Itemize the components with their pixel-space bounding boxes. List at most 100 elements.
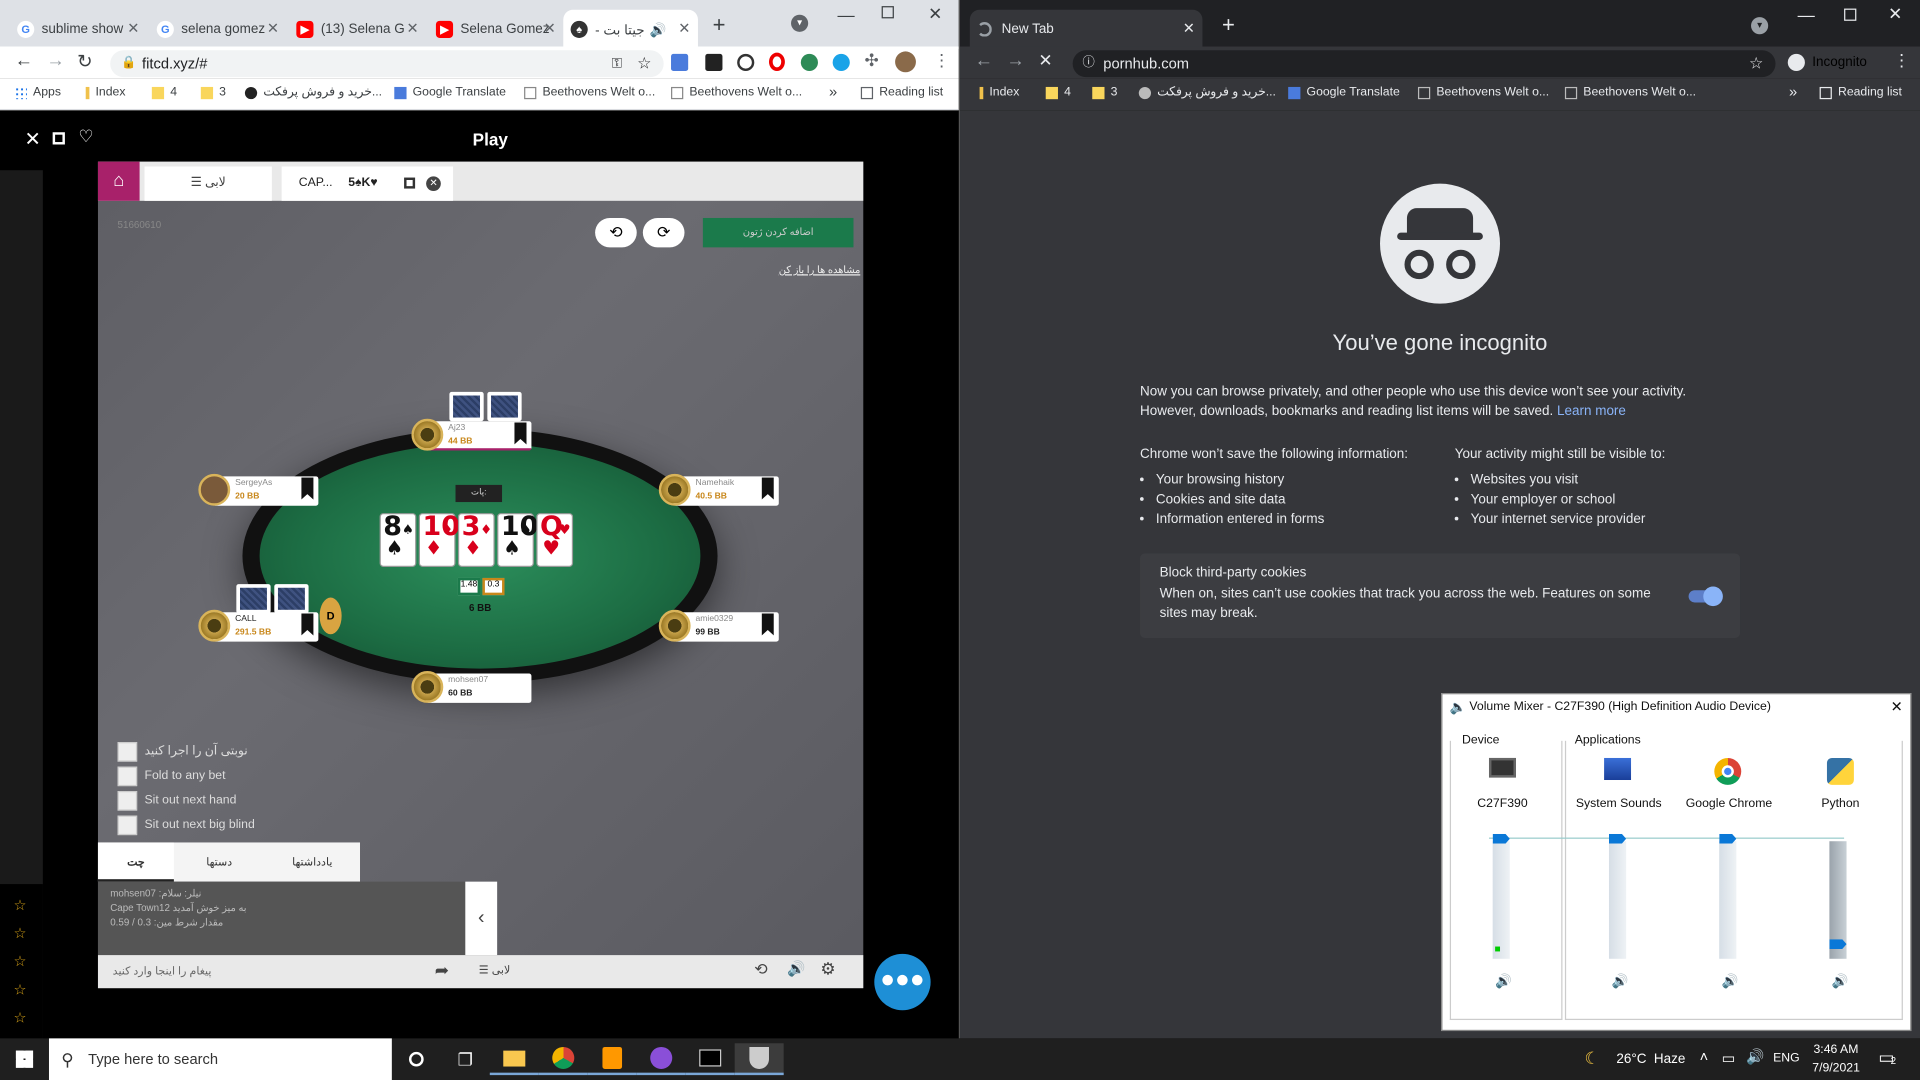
tab-lobby[interactable]: ☰ لابی — [144, 166, 272, 201]
extension-icon[interactable] — [705, 53, 723, 72]
stop-icon[interactable]: ✕ — [1038, 50, 1052, 71]
chat-bubble-button[interactable]: ●●● — [874, 953, 931, 1011]
tab-table[interactable]: CAP... 5♠K♥ ✕ — [281, 166, 454, 201]
key-icon[interactable]: ⚿ — [612, 50, 622, 77]
mute-icon[interactable]: 🔊 — [1832, 973, 1849, 990]
volume-slider[interactable] — [1719, 833, 1737, 959]
close-window-icon[interactable]: ✕ — [1888, 4, 1902, 25]
menu-icon[interactable]: ⋮ — [1893, 50, 1910, 71]
address-bar[interactable]: ⓘ pornhub.com ☆ — [1072, 50, 1776, 78]
tab-4[interactable]: ▶ Selena Gomez ✕ — [429, 10, 564, 49]
app-shield-icon[interactable] — [734, 1043, 784, 1076]
tab-search-icon[interactable]: ▾ — [791, 14, 809, 32]
maximize-icon[interactable] — [881, 6, 894, 19]
star-icon[interactable]: ☆ — [637, 50, 651, 77]
sublime-icon[interactable] — [587, 1043, 637, 1076]
bookmark-translate[interactable]: Google Translate — [394, 86, 506, 99]
new-tab-icon[interactable]: + — [713, 12, 726, 38]
network-icon[interactable]: ▭ — [1722, 1049, 1736, 1066]
collapse-chat-button[interactable]: ‹ — [465, 881, 498, 956]
minimize-icon[interactable]: — — [1798, 5, 1815, 25]
close-icon[interactable]: ✕ — [267, 20, 279, 37]
tab-new-tab[interactable]: New Tab ✕ — [969, 9, 1203, 49]
chrome-taskbar-icon[interactable] — [538, 1043, 588, 1076]
bookmark-index[interactable]: Index — [85, 86, 125, 99]
star-icon[interactable]: ☆ — [13, 1009, 26, 1026]
popout-icon[interactable] — [52, 132, 65, 145]
tab-search-icon[interactable]: ▾ — [1751, 17, 1769, 35]
option-checkbox-1[interactable] — [117, 742, 138, 762]
start-button[interactable] — [0, 1043, 49, 1075]
close-icon[interactable]: ✕ — [1891, 698, 1903, 715]
bookmark-beethoven-1[interactable]: Beethovens Welt o... — [524, 86, 655, 99]
forward-icon[interactable]: → — [1007, 50, 1025, 71]
github-icon[interactable] — [636, 1043, 686, 1076]
bookmark-apps[interactable]: Apps — [14, 86, 61, 99]
bookmark-overflow[interactable]: » — [1789, 83, 1797, 100]
bookmark-folder-4[interactable]: 4 — [151, 86, 177, 99]
audio-icon[interactable]: 🔊 — [650, 21, 667, 38]
seat-call[interactable]: CALL 291.5 BB — [198, 609, 319, 642]
menu-icon[interactable]: ⋮ — [933, 50, 950, 71]
learn-more-link[interactable]: Learn more — [1557, 404, 1626, 419]
vpn-ext-icon[interactable] — [832, 53, 850, 72]
maximize-icon[interactable] — [1844, 8, 1857, 21]
file-explorer-icon[interactable] — [489, 1043, 539, 1076]
search-box[interactable]: ⚲ Type here to search — [48, 1038, 392, 1080]
tab-hands[interactable]: دستها — [179, 842, 260, 881]
weather-text[interactable]: 26°C Haze — [1616, 1052, 1685, 1067]
star-icon[interactable]: ☆ — [13, 981, 26, 998]
show-link[interactable]: مشاهده ها را باز کن — [779, 264, 860, 275]
close-icon[interactable]: ✕ — [24, 127, 40, 151]
reading-list[interactable]: Reading list — [1819, 86, 1902, 99]
clock-date[interactable]: 7/9/2021 — [1812, 1062, 1860, 1075]
settings-gear-icon[interactable]: ⚙ — [820, 959, 835, 980]
slider-thumb[interactable] — [1829, 939, 1847, 949]
volume-icon[interactable]: 🔊 — [1746, 1048, 1764, 1065]
seat-mohsen07[interactable]: mohsen07 60 BB — [411, 671, 532, 703]
minimize-icon[interactable]: — — [838, 5, 855, 25]
bookmark-beethoven-2[interactable]: Beethovens Welt o... — [671, 86, 802, 99]
cortana-icon[interactable] — [392, 1043, 441, 1075]
bookmark-folder-3[interactable]: 3 — [200, 86, 226, 99]
forward-icon[interactable]: → — [47, 50, 65, 71]
close-icon[interactable]: ✕ — [678, 20, 690, 37]
add-chips-button[interactable]: اضافه کردن ژتون — [702, 217, 854, 248]
sit-out-hand-checkbox[interactable] — [117, 791, 138, 811]
back-icon[interactable]: ← — [15, 50, 33, 71]
star-icon[interactable]: ☆ — [13, 896, 26, 913]
bookmark-folder-4[interactable]: 4 — [1045, 86, 1071, 99]
back-icon[interactable]: ← — [975, 50, 993, 71]
volume-slider[interactable] — [1608, 833, 1627, 959]
history-icon[interactable]: ⟲ — [754, 960, 767, 980]
mute-icon[interactable]: 🔊 — [1495, 973, 1512, 990]
bookmark-overflow[interactable]: » — [829, 83, 837, 100]
terminal-icon[interactable] — [685, 1043, 735, 1076]
bookmark-perfect[interactable]: خرید و فروش پرفکت... — [1138, 86, 1276, 99]
close-icon[interactable]: ✕ — [127, 20, 139, 37]
close-icon[interactable]: ✕ — [406, 20, 418, 37]
lobby-footer-button[interactable]: ☰ لابی — [479, 964, 510, 977]
volume-slider[interactable] — [1829, 841, 1847, 959]
home-button[interactable]: ⌂ — [97, 161, 140, 201]
bookmark-translate[interactable]: Google Translate — [1288, 86, 1400, 99]
sit-out-bb-checkbox[interactable] — [117, 815, 138, 836]
task-view-icon[interactable]: ❐ — [441, 1043, 490, 1075]
redo-button[interactable]: ⟳ — [642, 217, 685, 248]
tab-1[interactable]: Gsublime show ✕ — [10, 10, 147, 49]
translate-ext-icon[interactable] — [671, 53, 689, 72]
bookmark-folder-3[interactable]: 3 — [1092, 86, 1117, 99]
bookmark-index[interactable]: Index — [979, 86, 1019, 99]
new-tab-icon[interactable]: + — [1222, 12, 1235, 38]
sound-icon[interactable]: 🔊 — [787, 960, 805, 977]
mute-icon[interactable]: 🔊 — [1722, 973, 1739, 990]
bookmark-perfect[interactable]: خرید و فروش پرفکت... — [244, 86, 382, 99]
language-indicator[interactable]: ENG — [1773, 1052, 1800, 1065]
chevron-up-icon[interactable]: ˄ — [1700, 1048, 1709, 1065]
star-icon[interactable]: ☆ — [13, 924, 26, 941]
close-circle-icon[interactable]: ✕ — [426, 176, 441, 192]
copy-icon[interactable] — [404, 177, 416, 189]
star-icon[interactable]: ☆ — [13, 953, 26, 970]
tab-notes[interactable]: یادداشتها — [264, 842, 360, 881]
chat-input[interactable]: پیغام را اینجا وارد کنید — [113, 965, 407, 978]
